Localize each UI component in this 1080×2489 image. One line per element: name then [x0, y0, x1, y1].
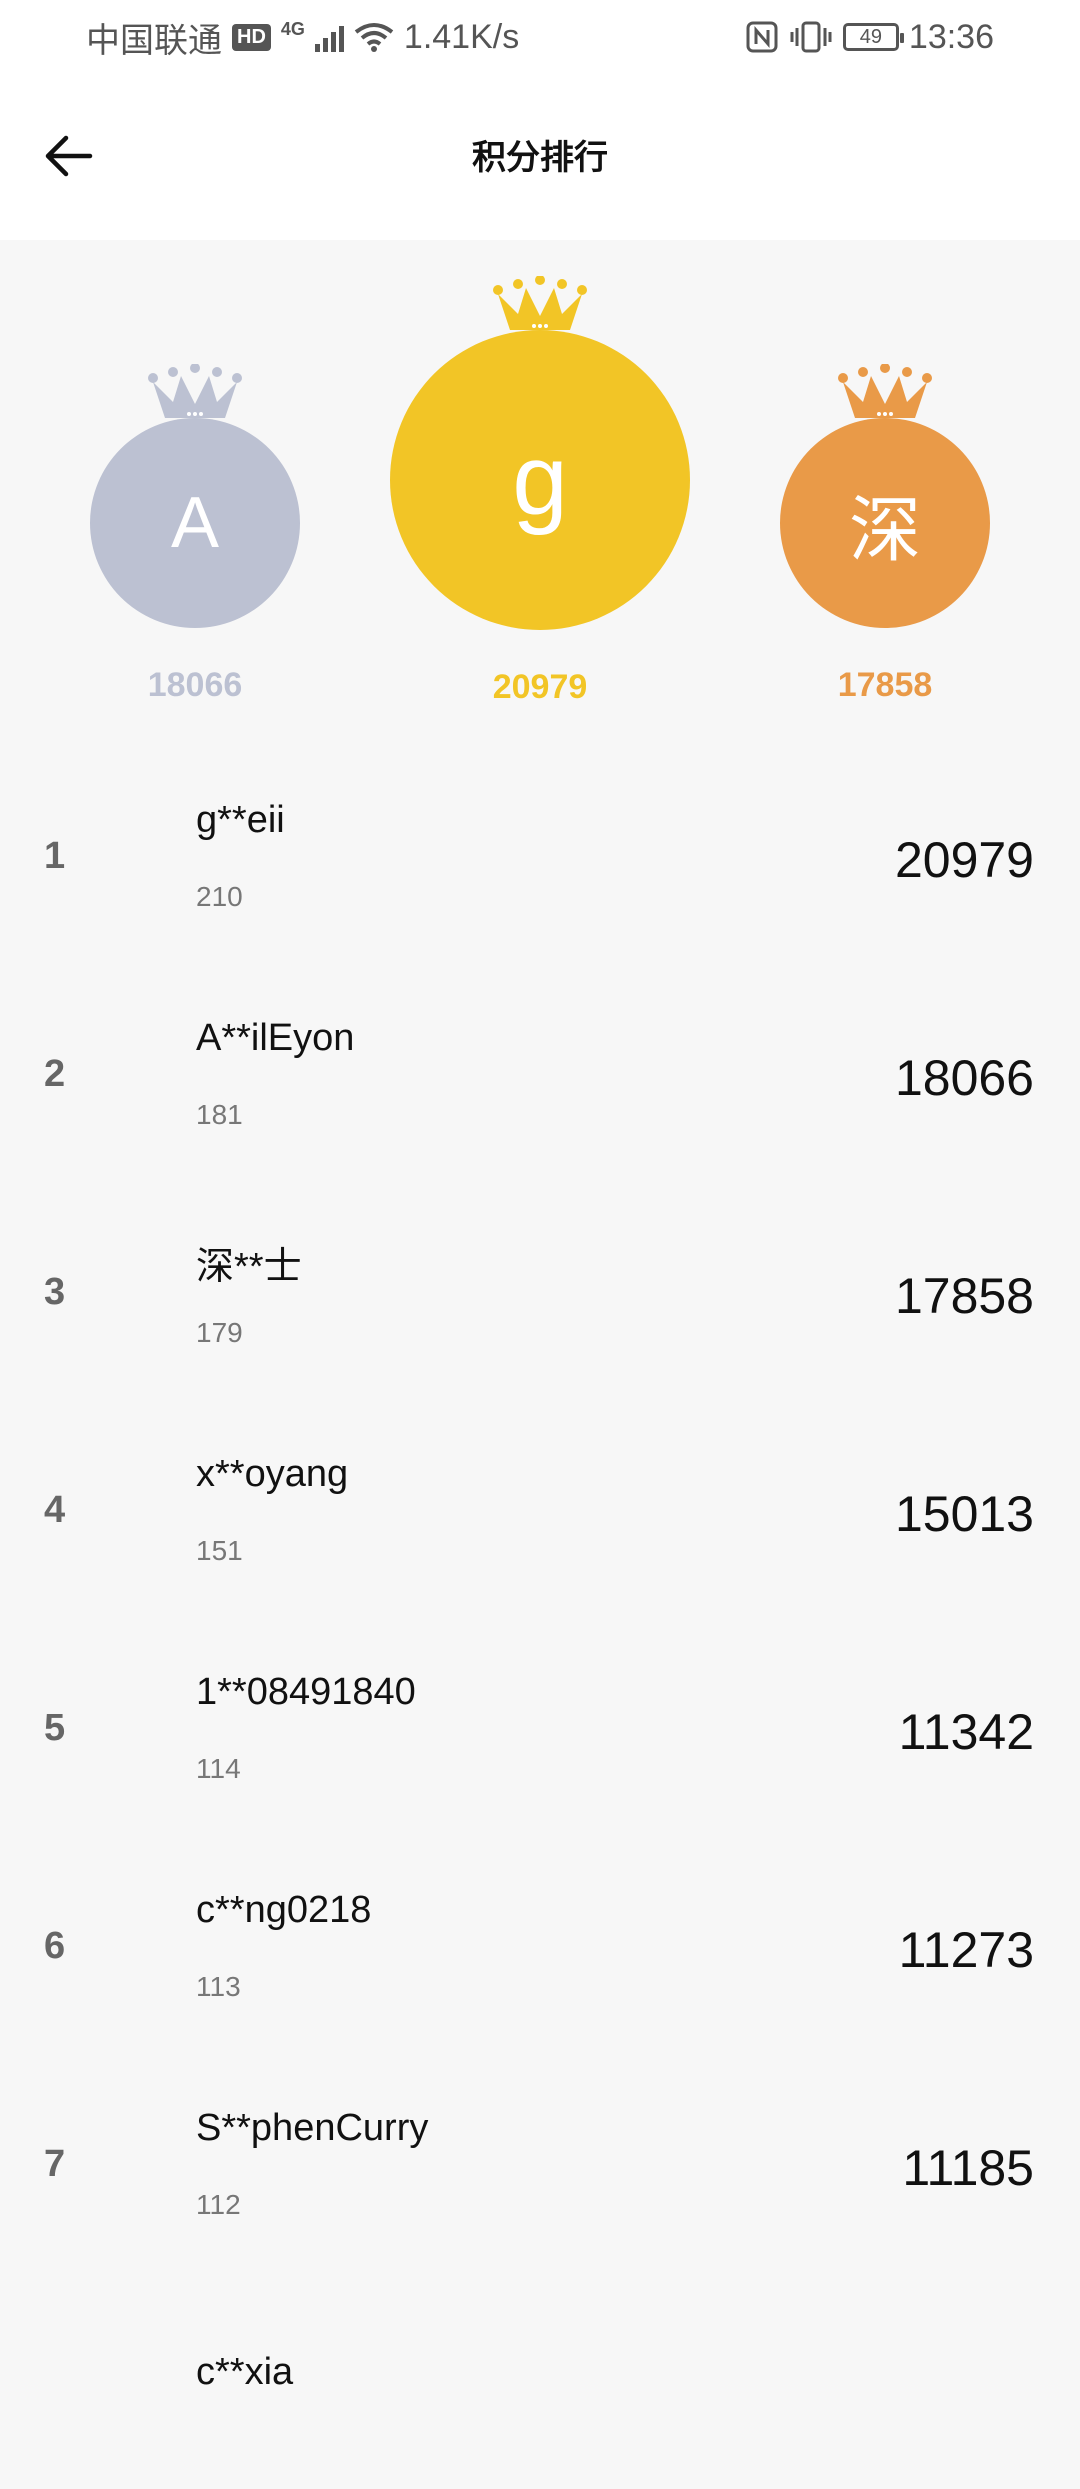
user-subtext: 114 — [196, 1753, 241, 1784]
user-points: 17858 — [894, 1268, 1034, 1324]
user-name: g**eii — [196, 799, 285, 841]
avatar-initial: A — [170, 483, 220, 563]
signal-icon — [314, 22, 344, 52]
ranking-list: 1 g**eii 210 20979 2 A**ilEyon 181 18066… — [0, 745, 1080, 2489]
podium-second[interactable]: A 18066 — [90, 364, 300, 705]
status-left: 中国联通 HD 4G 1.41K/s — [86, 13, 519, 62]
clock: 13:36 — [908, 17, 994, 56]
list-item[interactable]: 3 深**士 179 17858 — [0, 1181, 1080, 1399]
podium-score-third: 17858 — [837, 666, 933, 704]
crown-icon — [148, 364, 242, 418]
podium-third[interactable]: 深 17858 — [780, 364, 990, 705]
list-item-partial[interactable]: c**xia — [0, 2271, 1080, 2489]
list-item[interactable]: 6 c**ng0218 113 11273 — [0, 1835, 1080, 2053]
user-name: c**xia — [196, 2351, 294, 2393]
wifi-icon — [354, 23, 394, 52]
crown-icon — [838, 364, 932, 418]
avatar-first: g — [390, 330, 690, 630]
user-subtext: 210 — [196, 881, 243, 912]
battery-icon: 49 — [842, 23, 904, 51]
avatar-initial: 深 — [848, 490, 921, 571]
avatar-second: A — [90, 418, 300, 628]
user-points: 15013 — [894, 1486, 1034, 1542]
rank-number: 6 — [44, 1925, 66, 1967]
user-name: 深**士 — [196, 1246, 302, 1288]
crown-icon — [493, 276, 587, 330]
list-item[interactable]: 1 g**eii 210 20979 — [0, 745, 1080, 963]
user-name: A**ilEyon — [196, 1017, 355, 1059]
hd-badge: HD — [232, 23, 271, 51]
user-name: x**oyang — [196, 1453, 349, 1495]
app-header: 积分排行 — [0, 74, 1080, 240]
podium-score-first: 20979 — [492, 668, 588, 706]
status-right: 49 13:36 — [745, 18, 994, 57]
user-subtext: 112 — [196, 2189, 241, 2220]
user-subtext: 113 — [196, 1971, 241, 2002]
user-points: 11185 — [902, 2140, 1034, 2196]
user-points: 11273 — [898, 1922, 1034, 1978]
user-points: 20979 — [894, 832, 1034, 888]
user-points: 18066 — [894, 1050, 1034, 1106]
vibrate-icon — [790, 21, 832, 53]
rank-number: 5 — [44, 1707, 66, 1749]
rank-number: 7 — [44, 2143, 66, 2185]
rank-number: 4 — [44, 1489, 66, 1531]
rank-number: 1 — [44, 835, 66, 877]
carrier-name: 中国联通 — [86, 21, 222, 60]
user-points: 11342 — [898, 1704, 1034, 1760]
rank-number: 2 — [44, 1053, 66, 1095]
list-item[interactable]: 2 A**ilEyon 181 18066 — [0, 963, 1080, 1181]
user-name: S**phenCurry — [196, 2107, 429, 2149]
user-subtext: 151 — [196, 1535, 243, 1566]
podium-score-second: 18066 — [147, 666, 243, 704]
user-subtext: 181 — [196, 1099, 243, 1130]
avatar-initial: g — [512, 423, 568, 536]
network-type: 4G — [280, 18, 305, 39]
avatar-third: 深 — [780, 418, 990, 628]
user-name: 1**08491840 — [196, 1671, 416, 1713]
list-item[interactable]: 5 1**08491840 114 11342 — [0, 1617, 1080, 1835]
list-item[interactable]: 4 x**oyang 151 15013 — [0, 1399, 1080, 1617]
user-subtext: 179 — [196, 1317, 243, 1348]
status-bar: 中国联通 HD 4G 1.41K/s 49 13:36 — [0, 0, 1080, 74]
page-title: 积分排行 — [472, 139, 608, 177]
user-name: c**ng0218 — [196, 1889, 372, 1931]
network-speed: 1.41K/s — [403, 17, 520, 56]
nfc-icon — [746, 21, 778, 53]
rank-number: 3 — [44, 1271, 66, 1313]
battery-level: 49 — [859, 25, 883, 48]
top-three-podium: A 18066 g 20979 深 17858 — [0, 240, 1080, 740]
list-item[interactable]: 7 S**phenCurry 112 11185 — [0, 2053, 1080, 2271]
podium-first[interactable]: g 20979 — [390, 276, 690, 707]
